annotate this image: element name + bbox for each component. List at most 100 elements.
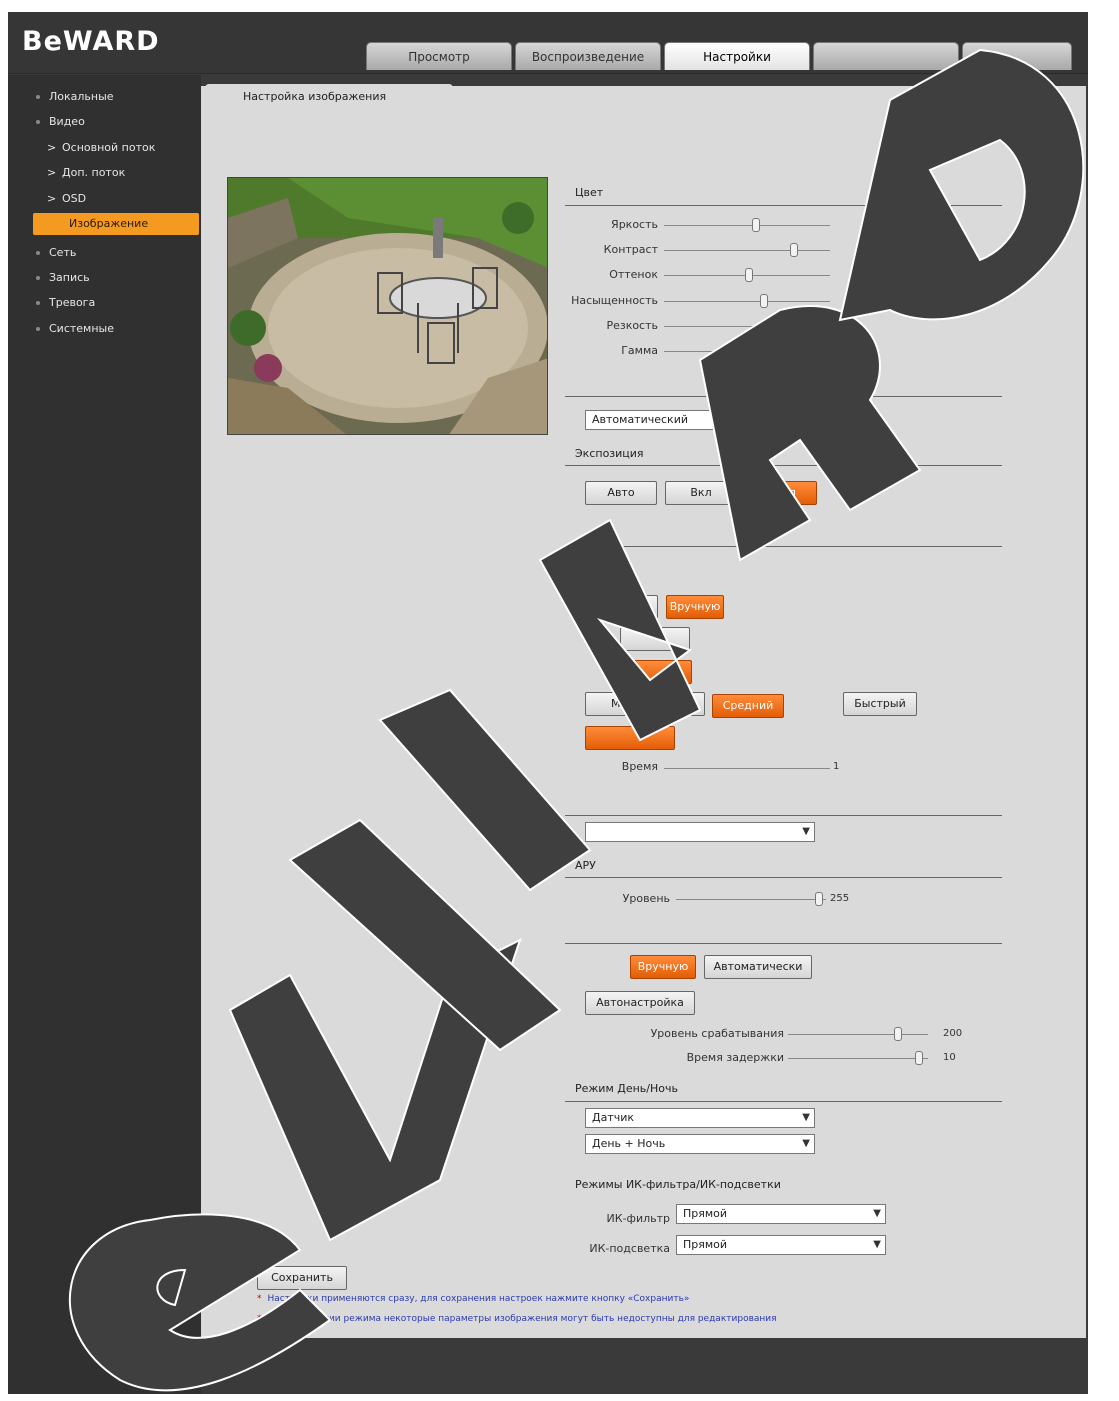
sidebar-item-main-stream[interactable]: > Основной поток bbox=[0, 137, 193, 159]
bullet-icon bbox=[36, 276, 40, 280]
divider bbox=[565, 877, 1002, 878]
color-slider-label: Яркость bbox=[611, 218, 658, 231]
tab-extra-2[interactable] bbox=[962, 42, 1072, 70]
tab-image-settings[interactable]: Настройка изображения bbox=[205, 84, 453, 109]
sidebar-item-record[interactable]: Запись bbox=[0, 267, 193, 289]
ir-section-title: Режимы ИК-фильтра/ИК-подсветки bbox=[575, 1178, 781, 1191]
delay-slider-thumb[interactable] bbox=[915, 1051, 923, 1065]
wb-manual-button[interactable]: Вручную bbox=[666, 595, 724, 619]
ir-filter-label: ИК-фильтр bbox=[606, 1212, 670, 1225]
threshold-slider-thumb[interactable] bbox=[894, 1027, 902, 1041]
color-slider-thumb[interactable] bbox=[760, 294, 768, 308]
chevron-down-icon: ▼ bbox=[873, 1208, 881, 1219]
ir-filter-select[interactable]: Прямой ▼ bbox=[676, 1204, 886, 1224]
speed-fast-button[interactable]: Быстрый bbox=[843, 692, 917, 716]
color-slider-label: Контраст bbox=[603, 243, 658, 256]
color-slider-label: Гамма bbox=[621, 344, 658, 357]
sidebar-item-alarm[interactable]: Тревога bbox=[0, 292, 193, 314]
ir-light-select[interactable]: Прямой ▼ bbox=[676, 1235, 886, 1255]
tab-extra-1[interactable] bbox=[813, 42, 959, 70]
divider bbox=[565, 546, 1002, 547]
autoadjust-button[interactable]: Автонастройка bbox=[585, 991, 695, 1015]
color-slider-thumb[interactable] bbox=[790, 243, 798, 257]
patio-scene-image bbox=[228, 178, 547, 434]
color-section-title: Цвет bbox=[575, 186, 604, 199]
color-slider[interactable] bbox=[664, 225, 830, 226]
chevron-down-icon: ▼ bbox=[802, 1138, 810, 1149]
wb-option-button[interactable] bbox=[620, 627, 690, 651]
color-slider-label: Насыщенность bbox=[571, 294, 658, 307]
sidebar-item-system[interactable]: Системные bbox=[0, 318, 193, 340]
chevron-down-icon: ▼ bbox=[802, 1112, 810, 1123]
wb-option-selected-button[interactable] bbox=[628, 660, 692, 684]
tab-playback[interactable]: Воспроизведение bbox=[515, 42, 661, 70]
sidebar-item-network[interactable]: Сеть bbox=[0, 242, 193, 264]
level-slider[interactable] bbox=[676, 899, 826, 900]
auto-mode-button[interactable]: Автоматически bbox=[704, 955, 812, 979]
asterisk-icon: * bbox=[257, 1314, 262, 1324]
tab-settings[interactable]: Настройки bbox=[664, 42, 810, 70]
sidebar-item-video[interactable]: Видео bbox=[0, 111, 193, 133]
delay-slider[interactable] bbox=[788, 1058, 928, 1059]
level-slider-thumb[interactable] bbox=[815, 892, 823, 906]
wb-auto-button[interactable]: Авто bbox=[600, 595, 658, 619]
color-slider[interactable] bbox=[664, 250, 830, 251]
exposure-auto-button[interactable]: Авто bbox=[585, 481, 657, 505]
speed-slider[interactable] bbox=[664, 768, 830, 769]
camera-preview-image bbox=[227, 177, 548, 435]
speed-option-button[interactable] bbox=[585, 726, 675, 750]
save-button[interactable]: Сохранить bbox=[257, 1266, 347, 1290]
divider bbox=[565, 815, 1002, 816]
color-slider-thumb[interactable] bbox=[760, 344, 768, 358]
exposure-section-title: Экспозиция bbox=[575, 447, 644, 460]
threshold-slider-value: 200 bbox=[943, 1028, 963, 1039]
divider bbox=[565, 205, 1002, 206]
note-2: * При изменении режима некоторые параметр… bbox=[257, 1314, 777, 1324]
bullet-icon bbox=[36, 95, 40, 99]
daynight-source-select[interactable]: Датчик ▼ bbox=[585, 1108, 815, 1128]
footer-band bbox=[201, 1338, 1086, 1394]
speed-medium-button[interactable]: Средний bbox=[712, 694, 784, 718]
color-slider-thumb[interactable] bbox=[752, 218, 760, 232]
level-slider-value: 255 bbox=[830, 893, 850, 904]
delay-slider-label: Время задержки bbox=[686, 1051, 784, 1064]
sidebar-item-sub-stream[interactable]: > Доп. поток bbox=[0, 162, 193, 184]
chevron-down-icon: ▼ bbox=[802, 414, 810, 425]
divider bbox=[565, 465, 1002, 466]
color-slider-thumb[interactable] bbox=[786, 319, 794, 333]
threshold-slider[interactable] bbox=[788, 1034, 928, 1035]
speed-slider-value: 1 bbox=[833, 761, 840, 772]
daynight-mode-select[interactable]: День + Ночь ▼ bbox=[585, 1134, 815, 1154]
bullet-icon bbox=[36, 327, 40, 331]
chevron-down-icon: ▼ bbox=[802, 826, 810, 837]
color-slider[interactable] bbox=[664, 351, 830, 352]
bullet-icon bbox=[36, 120, 40, 124]
sidebar-item-local[interactable]: Локальные bbox=[0, 86, 193, 108]
divider bbox=[565, 943, 1002, 944]
delay-slider-value: 10 bbox=[943, 1052, 956, 1063]
option-select[interactable]: ▼ bbox=[585, 822, 815, 842]
bullet-icon bbox=[36, 301, 40, 305]
level-section-title: АРУ bbox=[575, 859, 596, 872]
chevron-down-icon: ▼ bbox=[873, 1239, 881, 1250]
daynight-section-title: Режим День/Ночь bbox=[575, 1082, 678, 1095]
bullet-icon bbox=[36, 251, 40, 255]
manual-mode-button[interactable]: Вручную bbox=[630, 955, 696, 979]
color-slider-thumb[interactable] bbox=[745, 268, 753, 282]
divider bbox=[565, 1101, 1002, 1102]
sidebar-item-image[interactable]: Изображение bbox=[33, 213, 199, 235]
divider bbox=[565, 396, 1002, 397]
exposure-on-button[interactable]: Вкл bbox=[665, 481, 737, 505]
exposure-off-button[interactable]: Выкл bbox=[745, 481, 817, 505]
color-slider[interactable] bbox=[664, 301, 830, 302]
chevron-right-icon: > bbox=[47, 192, 57, 205]
speed-slow-button[interactable]: Медленный bbox=[585, 692, 705, 716]
asterisk-icon: * bbox=[257, 1294, 262, 1304]
chevron-right-icon: > bbox=[47, 166, 57, 179]
sidebar-item-osd[interactable]: > OSD bbox=[0, 188, 193, 210]
tab-view[interactable]: Просмотр bbox=[366, 42, 512, 70]
mode-select[interactable]: Автоматический ▼ bbox=[585, 410, 815, 430]
color-slider[interactable] bbox=[664, 326, 830, 327]
chevron-right-icon: > bbox=[47, 141, 57, 154]
color-slider-label: Резкость bbox=[606, 319, 658, 332]
